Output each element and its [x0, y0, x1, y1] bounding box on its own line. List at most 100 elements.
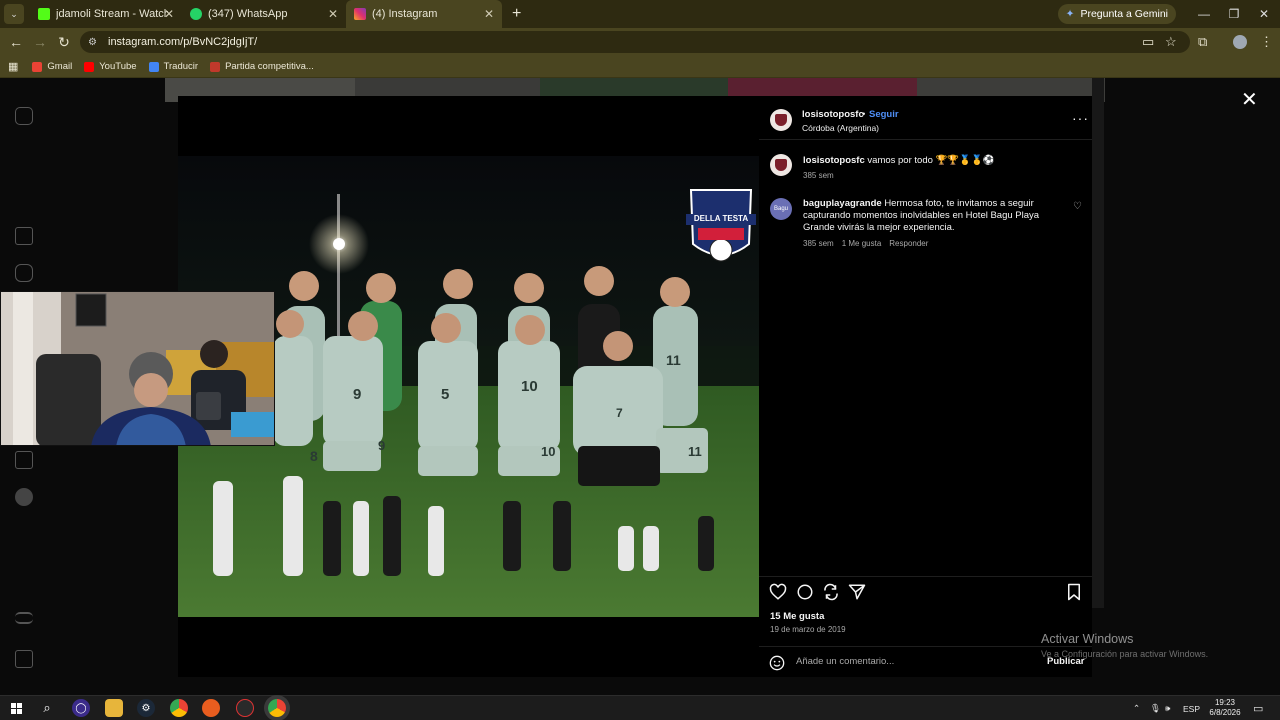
more-options-icon[interactable]: ···: [1072, 110, 1089, 126]
home-icon[interactable]: [15, 227, 33, 245]
share-send-icon[interactable]: [848, 583, 866, 601]
save-bookmark-icon[interactable]: [1066, 583, 1082, 601]
cast-icon[interactable]: ▭: [1142, 28, 1154, 56]
windows-activation-subtitle: Ve a Configuración para activar Windows.: [1041, 649, 1209, 659]
bookmark-partida[interactable]: Partida competitiva...: [210, 61, 314, 72]
profile-avatar-icon[interactable]: [1233, 28, 1247, 56]
translate-icon: [148, 61, 159, 72]
comment-meta: 385 sem 1 Me gusta Responder: [803, 239, 928, 248]
close-tab-icon[interactable]: ✕: [484, 7, 494, 21]
gemini-button[interactable]: ✦ Pregunta a Gemini: [1057, 4, 1176, 24]
file-explorer-icon[interactable]: [105, 699, 123, 717]
url-text: instagram.com/p/BvNC2jdgIjT/: [108, 36, 258, 48]
gemini-label: Pregunta a Gemini: [1080, 8, 1168, 20]
bookmark-gmail[interactable]: Gmail: [32, 61, 72, 72]
likes-count[interactable]: 15 Me gusta: [770, 611, 824, 622]
tab-whatsapp[interactable]: (347) WhatsApp ✕: [182, 0, 346, 28]
back-arrow-icon[interactable]: ←: [4, 34, 28, 50]
clock-date: 6/8/2026: [1209, 708, 1241, 717]
extensions-icon[interactable]: ⧉: [1198, 28, 1207, 56]
chrome-icon[interactable]: [170, 699, 188, 717]
bookmarks-bar: ▦ Gmail YouTube Traducir Partida competi…: [0, 56, 1280, 78]
jersey-number: 9: [353, 386, 362, 403]
comment-time: 385 sem: [803, 239, 834, 248]
windows-start-icon[interactable]: [7, 699, 25, 717]
profile-icon[interactable]: [15, 488, 33, 506]
separator-dot: •: [862, 109, 866, 120]
emoji-icon[interactable]: [769, 655, 785, 671]
post-actions: 15 Me gusta 19 de marzo de 2019 Añade un…: [759, 576, 1092, 677]
windows-activation-title: Activar Windows: [1041, 632, 1134, 646]
instagram-logo-icon[interactable]: [15, 107, 33, 125]
gemini-sparkle-icon: ✦: [1065, 8, 1075, 20]
forward-arrow-icon[interactable]: →: [28, 34, 52, 50]
site-info-icon[interactable]: ⚙: [88, 37, 100, 48]
bookmark-star-icon[interactable]: ☆: [1165, 28, 1177, 56]
badge-text: DELLA TESTA: [693, 214, 749, 223]
jersey-number: 8: [310, 448, 318, 464]
bookmark-label: YouTube: [99, 61, 137, 72]
chrome-active-icon[interactable]: [268, 699, 286, 717]
volume-icon[interactable]: 🕪: [1165, 696, 1170, 720]
post-header: losisotoposfc • Seguir Córdoba (Argentin…: [759, 96, 1092, 140]
like-heart-icon[interactable]: [769, 583, 787, 601]
tab-kick-stream[interactable]: jdamoli Stream - Watch Live on ✕: [30, 0, 182, 28]
apps-grid-icon[interactable]: ▦: [8, 60, 18, 73]
post-date: 19 de marzo de 2019: [770, 625, 846, 634]
webcam-overlay: [0, 291, 275, 446]
jersey-number: 11: [688, 444, 702, 459]
recording-app-icon[interactable]: [236, 699, 254, 717]
tab-list-button[interactable]: ⌄: [4, 4, 24, 24]
tab-instagram[interactable]: (4) Instagram ✕: [346, 0, 502, 28]
comment-input[interactable]: Añade un comentario...: [796, 656, 894, 667]
bookmark-youtube[interactable]: YouTube: [84, 61, 137, 72]
steam-icon[interactable]: ⚙: [137, 699, 155, 717]
new-tab-button[interactable]: +: [512, 5, 521, 23]
app-icon[interactable]: [202, 699, 220, 717]
jersey-number: 11: [666, 352, 681, 368]
jersey-number: 7: [616, 406, 623, 420]
caption-author-avatar[interactable]: [770, 154, 792, 176]
language-indicator[interactable]: ESP: [1183, 696, 1200, 720]
microphone-icon[interactable]: 🎙: [1150, 696, 1161, 720]
comment-likes[interactable]: 1 Me gusta: [842, 239, 882, 248]
background-feed-edge: [1092, 78, 1104, 608]
post-location[interactable]: Córdoba (Argentina): [802, 123, 879, 133]
reply-button[interactable]: Responder: [889, 239, 928, 248]
close-modal-icon[interactable]: ✕: [1241, 90, 1258, 110]
cortana-icon[interactable]: ◯: [72, 699, 90, 717]
close-tab-icon[interactable]: ✕: [328, 7, 338, 21]
more-menu-icon[interactable]: [15, 612, 33, 624]
author-username[interactable]: losisotoposfc: [802, 109, 864, 120]
comment-bubble-icon[interactable]: [796, 583, 814, 601]
comment-username[interactable]: baguplayagrande: [803, 198, 882, 209]
notifications-icon[interactable]: ▭: [1253, 696, 1263, 720]
reels-icon[interactable]: [15, 264, 33, 282]
club-crest-icon: [775, 159, 787, 171]
youtube-icon: [84, 61, 95, 72]
url-bar[interactable]: ⚙ instagram.com/p/BvNC2jdgIjT/: [80, 31, 1190, 53]
bookmark-label: Partida competitiva...: [225, 61, 314, 72]
like-comment-heart-icon[interactable]: ♡: [1073, 201, 1082, 212]
tab-title: (347) WhatsApp: [208, 8, 288, 20]
follow-button[interactable]: Seguir: [869, 109, 899, 120]
reload-icon[interactable]: ↻: [52, 34, 76, 51]
author-avatar[interactable]: [770, 109, 792, 131]
dashboard-icon[interactable]: [15, 451, 33, 469]
threads-icon[interactable]: [15, 650, 33, 668]
club-crest-icon: [775, 114, 787, 126]
bookmark-traducir[interactable]: Traducir: [148, 61, 198, 72]
jersey-number: 10: [541, 444, 556, 459]
jersey-number: 9: [378, 438, 386, 453]
tray-chevron-icon[interactable]: ⌃: [1133, 696, 1140, 720]
jersey-number: 5: [441, 386, 450, 403]
caption-username[interactable]: losisotoposfc: [803, 155, 865, 166]
close-tab-icon[interactable]: ✕: [164, 7, 174, 21]
valorant-icon: [210, 61, 221, 72]
commenter-avatar[interactable]: Bagu: [770, 198, 792, 220]
close-window-button[interactable]: ✕: [1246, 0, 1280, 28]
taskbar-clock[interactable]: 19:23 6/8/2026: [1200, 698, 1250, 718]
menu-kebab-icon[interactable]: ⋮: [1260, 28, 1273, 56]
repost-icon[interactable]: [822, 583, 840, 601]
search-icon[interactable]: ⌕: [38, 699, 56, 717]
